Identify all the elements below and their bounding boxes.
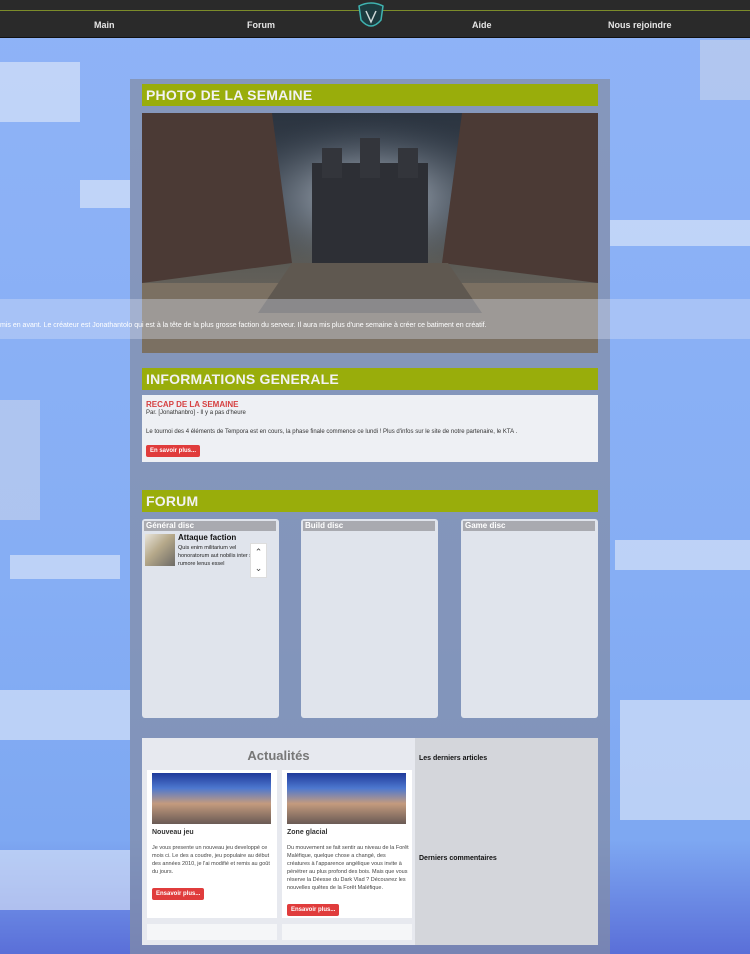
photo-section-heading: PHOTO DE LA SEMAINE: [142, 84, 598, 106]
scroll-up-icon[interactable]: ⌃: [251, 544, 266, 560]
news-title: Actualités: [247, 748, 310, 763]
news-list: Actualités Nouveau jeu Je vous presente …: [142, 738, 415, 945]
shield-logo-icon[interactable]: [357, 2, 385, 32]
news-card-text: Je vous presente un nouveau jeu developp…: [152, 845, 270, 875]
thread-title[interactable]: Attaque faction: [178, 533, 236, 542]
background-cloud: [0, 400, 40, 520]
forum-column-general: Général disc Attaque faction Quis enim m…: [142, 519, 279, 718]
nav-link-forum[interactable]: Forum: [247, 20, 275, 30]
background-cloud: [700, 40, 750, 100]
news-area: Actualités Nouveau jeu Je vous presente …: [142, 738, 598, 945]
news-card-title[interactable]: Nouveau jeu: [152, 829, 194, 836]
news-card-image[interactable]: [287, 773, 406, 824]
forum-column-build: Build disc: [301, 519, 438, 718]
forum-column-game: Game disc: [461, 519, 598, 718]
news-card: Zone glacial Du mouvement se fait sentir…: [282, 770, 412, 918]
thread-scroller: ⌃ ⌄: [250, 543, 267, 578]
background-cloud: [80, 180, 130, 208]
news-card-text: Du mouvement se fait sentir au niveau de…: [287, 845, 409, 891]
news-read-more-button[interactable]: Ensavoir plus...: [152, 888, 205, 900]
latest-articles-heading: Les derniers articles: [419, 755, 488, 762]
background-cloud: [0, 62, 80, 122]
forum-column-title[interactable]: Game disc: [463, 521, 595, 531]
news-read-more-button[interactable]: Ensavoir plus...: [287, 904, 340, 916]
news-card: Nouveau jeu Je vous presente un nouveau …: [147, 770, 277, 918]
photo-caption: mis en avant. Le créateur est Jonathanto…: [0, 322, 487, 329]
forum-section-heading: FORUM: [142, 490, 598, 512]
latest-comments-heading: Derniers commentaires: [419, 855, 497, 862]
background-cloud: [615, 540, 750, 570]
info-post-meta: Par. [Jonathanbro] - Il y a pas d'heure: [146, 410, 246, 416]
news-card-title[interactable]: Zone glacial: [287, 829, 327, 836]
news-card-placeholder: [147, 924, 277, 940]
news-card-placeholder: [282, 924, 412, 940]
info-section-heading: INFORMATIONS GENERALE: [142, 368, 598, 390]
news-card-image[interactable]: [152, 773, 271, 824]
forum-column-title[interactable]: Build disc: [303, 521, 435, 531]
scroll-down-icon[interactable]: ⌄: [251, 560, 266, 576]
thread-avatar: [145, 534, 175, 566]
info-post: RECAP DE LA SEMAINE Par. [Jonathanbro] -…: [142, 395, 598, 462]
photo-caption-band: [0, 299, 750, 339]
nav-link-nous-rejoindre[interactable]: Nous rejoindre: [608, 20, 672, 30]
info-read-more-button[interactable]: En savoir plus...: [146, 445, 201, 457]
top-navigation: Main Forum Aide Nous rejoindre: [0, 0, 750, 38]
info-post-title[interactable]: RECAP DE LA SEMAINE: [146, 400, 238, 409]
background-cloud: [610, 220, 750, 246]
background-cloud: [0, 850, 130, 910]
background-cloud: [620, 700, 750, 820]
background-cloud: [0, 690, 130, 740]
background-cloud: [10, 555, 120, 579]
forum-column-title[interactable]: Général disc: [144, 521, 276, 531]
nav-link-aide[interactable]: Aide: [472, 20, 492, 30]
nav-link-main[interactable]: Main: [94, 20, 115, 30]
info-post-body: Le tournoi des 4 éléments de Tempora est…: [146, 429, 518, 435]
